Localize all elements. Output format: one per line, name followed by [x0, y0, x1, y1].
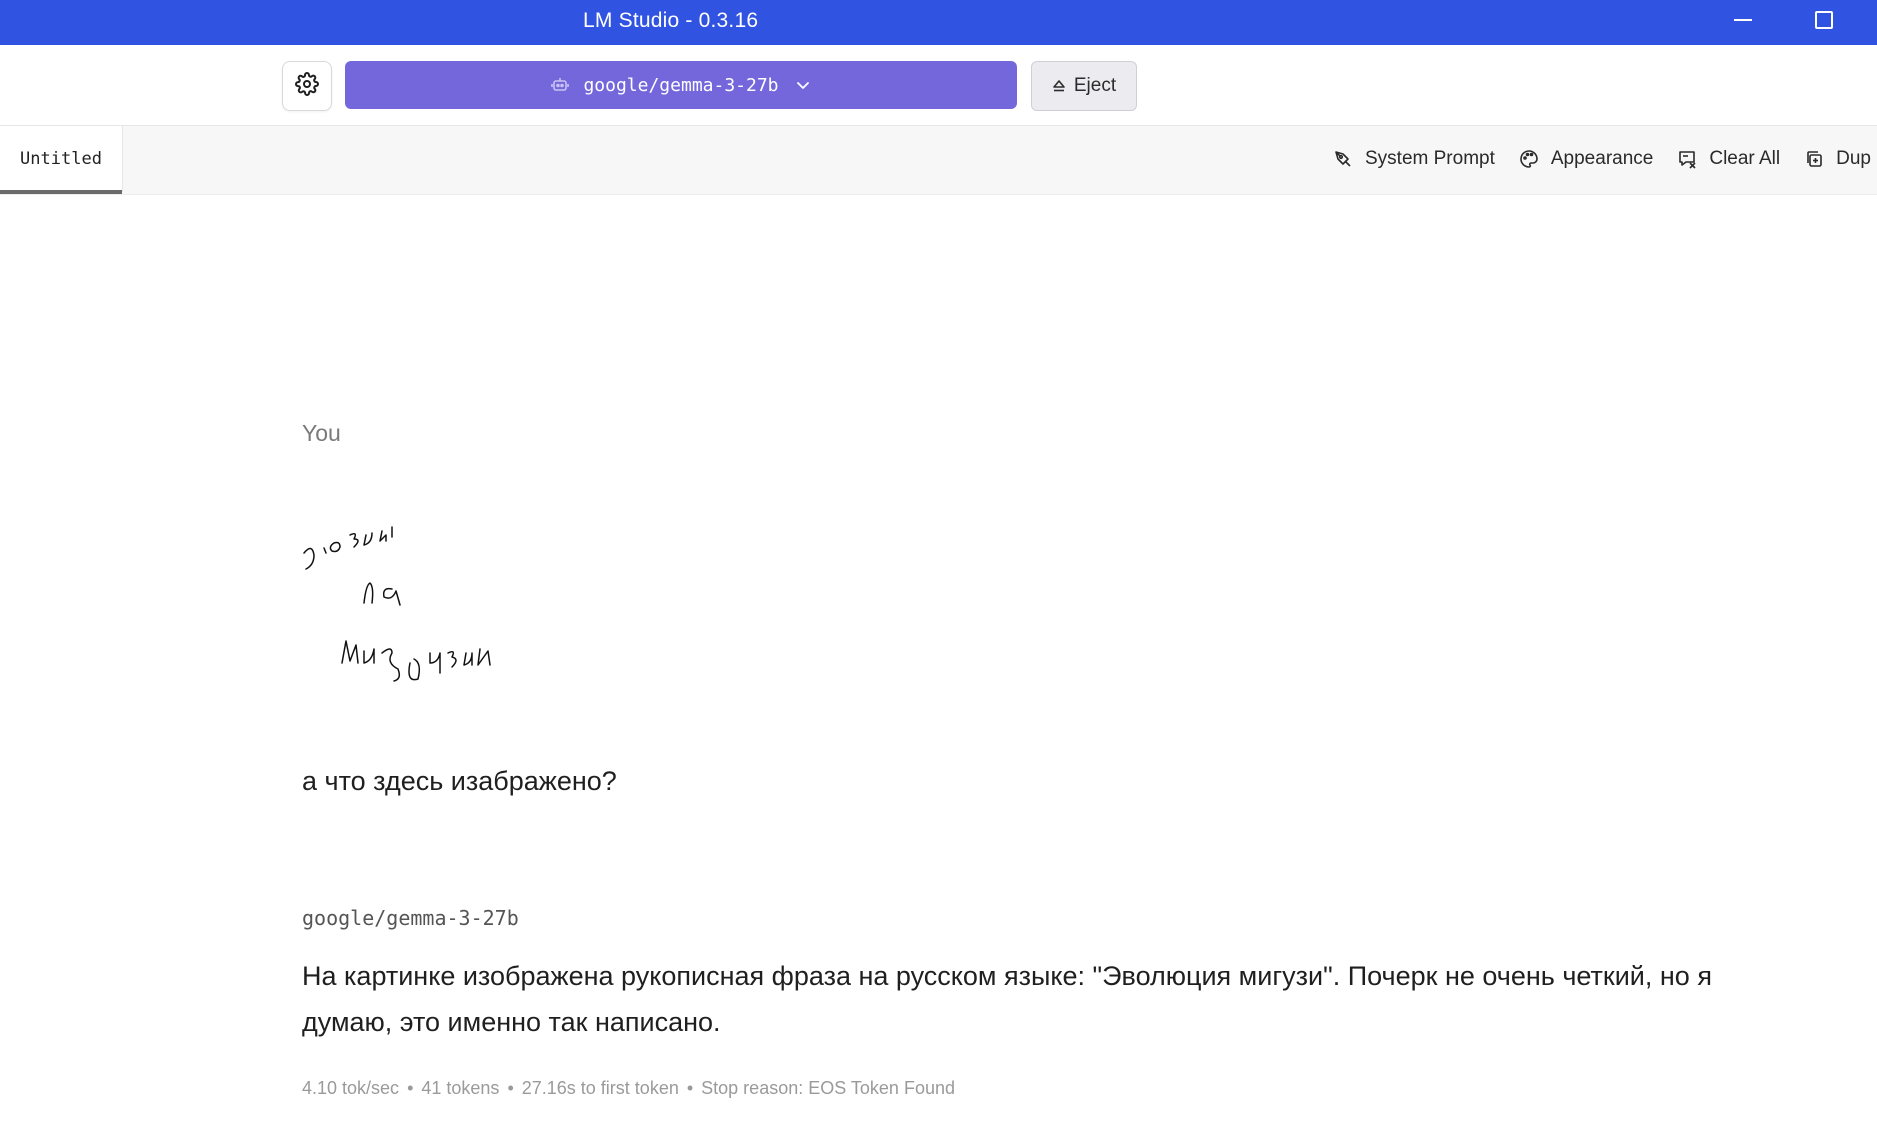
stat-first-token: 27.16s to first token [521, 1078, 679, 1098]
maximize-button[interactable] [1788, 0, 1858, 45]
separator-dot: • [407, 1078, 414, 1098]
palette-icon [1519, 149, 1539, 169]
duplicate-label: Dup [1836, 148, 1871, 169]
chat-actions: System Prompt Appearance Clear All Dup [1333, 126, 1877, 192]
stat-speed: 4.10 tok/sec [302, 1078, 400, 1098]
duplicate-icon [1804, 149, 1824, 169]
system-prompt-button[interactable]: System Prompt [1333, 148, 1495, 170]
clear-all-button[interactable]: Clear All [1677, 148, 1780, 170]
pen-icon [1333, 149, 1353, 169]
stat-stop-reason: Stop reason: EOS Token Found [701, 1078, 955, 1098]
minimize-button[interactable] [1708, 0, 1778, 45]
clear-chat-icon [1677, 149, 1697, 169]
robot-icon [551, 77, 570, 93]
user-message: а что здесь изабражено? [302, 766, 617, 796]
handwriting-image[interactable] [302, 513, 582, 713]
appearance-label: Appearance [1550, 148, 1654, 169]
assistant-message: На картинке изображена рукописная фраза … [302, 961, 1712, 1037]
duplicate-button[interactable]: Dup [1804, 148, 1871, 170]
assistant-sender-label: google/gemma-3-27b [302, 906, 519, 930]
stat-tokens: 41 tokens [421, 1078, 500, 1098]
system-prompt-label: System Prompt [1365, 148, 1495, 169]
separator-dot: • [507, 1078, 514, 1098]
model-name: google/gemma-3-27b [583, 74, 779, 96]
window-title: LM Studio - 0.3.16 [583, 9, 759, 32]
chevron-down-icon [795, 77, 811, 93]
tab-bar: Untitled System Prompt Appearance Clear … [0, 125, 1877, 195]
settings-button[interactable] [282, 61, 332, 111]
model-selector[interactable]: google/gemma-3-27b [345, 61, 1017, 109]
gear-icon [295, 71, 319, 101]
separator-dot: • [686, 1078, 694, 1098]
tab-untitled[interactable]: Untitled [0, 126, 123, 194]
appearance-button[interactable]: Appearance [1519, 148, 1653, 170]
eject-button[interactable]: Eject [1031, 61, 1137, 111]
title-bar: LM Studio - 0.3.16 [0, 0, 1877, 45]
tab-label: Untitled [20, 149, 102, 169]
toolbar: google/gemma-3-27b Eject [0, 45, 1877, 125]
user-sender-label: You [302, 420, 341, 446]
eject-icon [1052, 79, 1066, 93]
eject-label: Eject [1073, 75, 1117, 96]
clear-all-label: Clear All [1709, 148, 1781, 169]
generation-stats: 4.10 tok/sec • 41 tokens • 27.16s to first t… [302, 1078, 955, 1099]
